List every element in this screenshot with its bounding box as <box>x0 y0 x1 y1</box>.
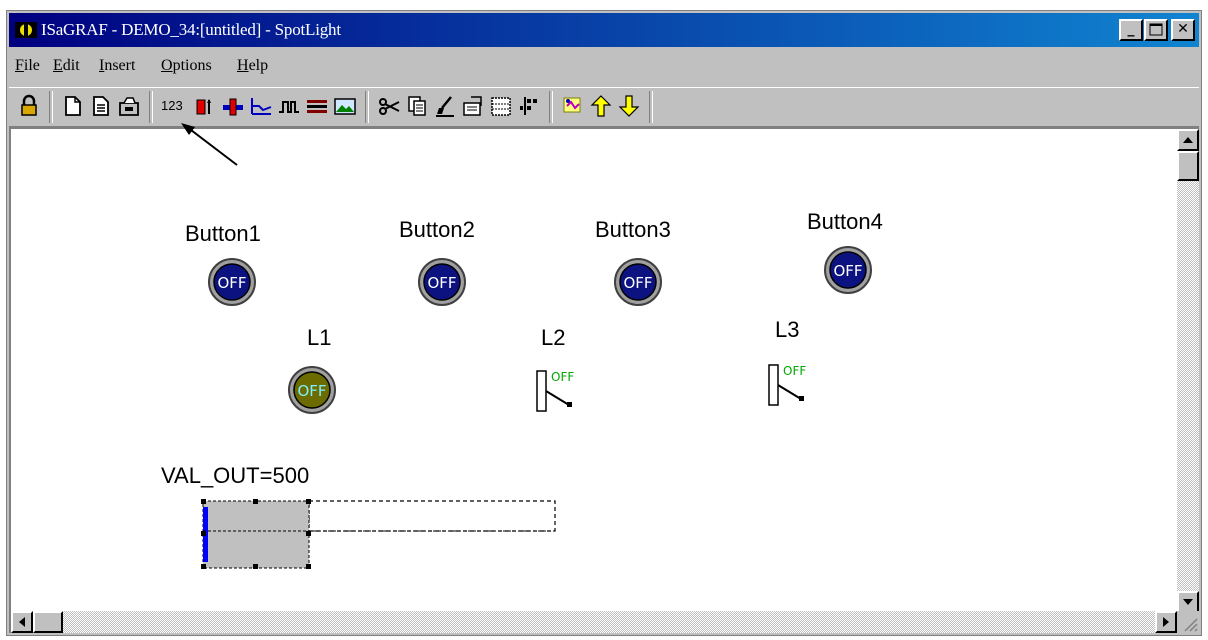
val-out-label: VAL_OUT=500 <box>161 463 310 488</box>
new-document-icon[interactable] <box>61 94 85 118</box>
size-grip[interactable] <box>1177 611 1199 633</box>
toolbar-separator <box>49 91 53 123</box>
resize-handle[interactable] <box>306 499 311 504</box>
lock-icon[interactable] <box>17 94 41 118</box>
switch-l3-state: OFF <box>783 364 806 378</box>
cut-icon[interactable] <box>377 94 401 118</box>
title-bar[interactable]: ISaGRAF - DEMO_34:[untitled] - SpotLight… <box>9 13 1199 47</box>
menu-options[interactable]: Options <box>161 57 212 75</box>
move-down-icon[interactable] <box>617 94 641 118</box>
resize-handle[interactable] <box>253 564 258 569</box>
scroll-up-button[interactable] <box>1177 129 1199 151</box>
arrow-right-icon <box>1163 617 1169 627</box>
button4-label: Button4 <box>807 209 883 234</box>
maximize-icon <box>1149 23 1163 36</box>
slider-icon[interactable] <box>221 94 245 118</box>
vertical-scrollbar[interactable] <box>1177 129 1199 613</box>
toolbar-separator <box>365 91 369 123</box>
app-window: ISaGRAF - DEMO_34:[untitled] - SpotLight… <box>6 10 1202 636</box>
lamp-l1-label: L1 <box>307 325 332 350</box>
numeric-value-tool[interactable]: 123 <box>161 98 183 113</box>
move-up-icon[interactable] <box>589 94 613 118</box>
button4-off[interactable]: OFF <box>823 245 873 295</box>
button4-state: OFF <box>833 262 862 280</box>
minimize-button[interactable]: _ <box>1119 19 1143 41</box>
paint-icon[interactable] <box>433 94 457 118</box>
menu-bar: File Edit Insert Options Help <box>9 51 1199 83</box>
menu-insert[interactable]: Insert <box>99 57 135 75</box>
save-icon[interactable] <box>117 94 141 118</box>
toolbar-separator <box>149 91 153 123</box>
grid-icon[interactable] <box>489 94 513 118</box>
lamp-l3-label: L3 <box>775 317 800 342</box>
size-grip-icon <box>1184 618 1198 632</box>
copy-icon[interactable] <box>405 94 429 118</box>
scroll-right-button[interactable] <box>1155 611 1177 633</box>
button3-state: OFF <box>623 274 652 292</box>
val-out-bar[interactable] <box>197 491 567 571</box>
canvas-area[interactable]: Button1 OFF Button2 OFF Button3 OFF Butt… <box>9 123 1199 633</box>
vertical-scroll-thumb[interactable] <box>1177 151 1199 181</box>
lamp-l2-label: L2 <box>541 325 566 350</box>
button1-state: OFF <box>217 274 246 292</box>
annotation-arrow-icon <box>181 123 238 166</box>
resize-handle[interactable] <box>253 499 258 504</box>
bar-graph-icon[interactable] <box>193 94 217 118</box>
button1-off[interactable]: OFF <box>207 257 257 307</box>
maximize-button[interactable] <box>1144 19 1168 41</box>
arrow-left-icon <box>19 617 25 627</box>
button3-off[interactable]: OFF <box>613 257 663 307</box>
button2-label: Button2 <box>399 217 475 242</box>
properties-icon[interactable] <box>461 94 485 118</box>
toolbar-separator <box>549 91 553 123</box>
switch-l2-state: OFF <box>551 370 574 384</box>
picture-icon[interactable] <box>333 94 357 118</box>
minimize-icon: _ <box>1127 21 1135 37</box>
horizontal-scroll-thumb[interactable] <box>33 611 63 633</box>
resize-handle[interactable] <box>306 564 311 569</box>
button3-label: Button3 <box>595 217 671 242</box>
trend-icon[interactable] <box>249 94 273 118</box>
scroll-down-button[interactable] <box>1177 591 1199 613</box>
image-icon[interactable] <box>561 94 585 118</box>
lamp-l1-state: OFF <box>297 382 326 400</box>
close-button[interactable]: ✕ <box>1171 19 1195 41</box>
toolbar-separator <box>649 91 653 123</box>
menu-help[interactable]: Help <box>237 57 268 75</box>
close-icon: ✕ <box>1177 21 1189 37</box>
isagraf-app-icon[interactable] <box>15 20 37 40</box>
open-document-icon[interactable] <box>89 94 113 118</box>
horizontal-scrollbar[interactable] <box>11 611 1177 633</box>
resize-handle[interactable] <box>201 531 206 536</box>
button1-label: Button1 <box>185 221 261 246</box>
pulse-icon[interactable] <box>277 94 301 118</box>
button2-state: OFF <box>427 274 456 292</box>
lamp-l1[interactable]: OFF <box>287 365 337 415</box>
window-title: ISaGRAF - DEMO_34:[untitled] - SpotLight <box>41 20 341 39</box>
resize-handle[interactable] <box>201 564 206 569</box>
align-icon[interactable] <box>517 94 541 118</box>
switch-l2[interactable]: OFF <box>533 361 593 421</box>
resize-handle[interactable] <box>201 499 206 504</box>
menu-file[interactable]: File <box>15 57 40 75</box>
button2-off[interactable]: OFF <box>417 257 467 307</box>
arrow-down-icon <box>1183 599 1193 605</box>
scroll-left-button[interactable] <box>11 611 33 633</box>
list-icon[interactable] <box>305 94 329 118</box>
resize-handle[interactable] <box>306 531 311 536</box>
arrow-up-icon <box>1183 137 1193 143</box>
switch-l3[interactable]: OFF <box>765 355 825 415</box>
menu-edit[interactable]: Edit <box>53 57 80 75</box>
